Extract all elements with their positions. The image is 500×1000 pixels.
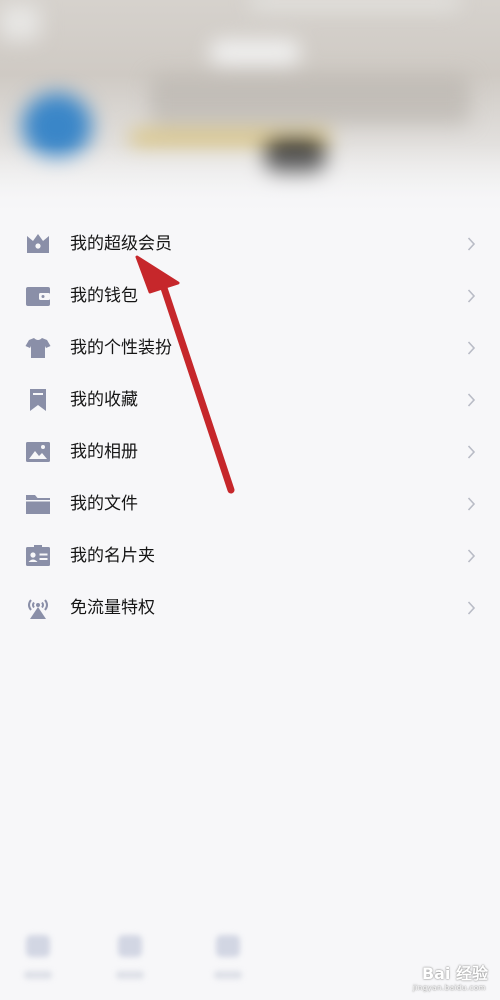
settings-menu: 我的超级会员 我的钱包 我的个性装扮 我的收藏 我的相册 我的文件 我的名片夹 … bbox=[0, 218, 500, 634]
status-bar-blurred bbox=[250, 0, 460, 9]
tab-label bbox=[116, 971, 144, 979]
folder-icon bbox=[25, 492, 51, 516]
menu-item-label: 我的个性装扮 bbox=[70, 338, 172, 358]
menu-item-wallet[interactable]: 我的钱包 bbox=[0, 270, 500, 322]
tshirt-icon bbox=[25, 336, 51, 360]
menu-item-label: 我的钱包 bbox=[70, 286, 138, 306]
photo-icon bbox=[25, 440, 51, 464]
menu-item-album[interactable]: 我的相册 bbox=[0, 426, 500, 478]
menu-item-label: 我的收藏 bbox=[70, 390, 138, 410]
signal-tower-icon bbox=[25, 596, 51, 620]
chevron-right-icon bbox=[467, 393, 476, 407]
tab-label bbox=[214, 971, 242, 979]
menu-item-business-cards[interactable]: 我的名片夹 bbox=[0, 530, 500, 582]
header-highlight bbox=[210, 40, 300, 65]
menu-item-favorites[interactable]: 我的收藏 bbox=[0, 374, 500, 426]
wallet-icon bbox=[25, 284, 51, 308]
watermark-url: jingyan.baidu.com bbox=[412, 984, 486, 992]
tab-2[interactable] bbox=[113, 935, 147, 979]
watermark-text: Bai 经验 bbox=[421, 964, 488, 983]
back-button-blurred bbox=[0, 5, 40, 40]
menu-item-label: 我的相册 bbox=[70, 442, 138, 462]
bookmark-icon bbox=[25, 388, 51, 412]
chevron-right-icon bbox=[467, 445, 476, 459]
id-card-icon bbox=[25, 544, 51, 568]
menu-item-personal-decoration[interactable]: 我的个性装扮 bbox=[0, 322, 500, 374]
menu-item-label: 我的超级会员 bbox=[70, 234, 172, 254]
tab-1[interactable] bbox=[21, 935, 55, 979]
chevron-right-icon bbox=[467, 289, 476, 303]
tab-3[interactable] bbox=[211, 935, 245, 979]
chevron-right-icon bbox=[467, 341, 476, 355]
tab-icon bbox=[26, 935, 50, 957]
chevron-right-icon bbox=[467, 237, 476, 251]
tab-icon bbox=[216, 935, 240, 957]
crown-icon bbox=[25, 232, 51, 256]
tab-icon bbox=[118, 935, 142, 957]
profile-header-background bbox=[0, 0, 500, 215]
chevron-right-icon bbox=[467, 497, 476, 511]
menu-item-free-data[interactable]: 免流量特权 bbox=[0, 582, 500, 634]
tab-label bbox=[24, 971, 52, 979]
header-shadow bbox=[150, 75, 470, 125]
baidu-jingyan-watermark: Bai 经验 jingyan.baidu.com bbox=[413, 954, 488, 992]
chevron-right-icon bbox=[467, 549, 476, 563]
chevron-right-icon bbox=[467, 601, 476, 615]
menu-item-files[interactable]: 我的文件 bbox=[0, 478, 500, 530]
menu-item-label: 免流量特权 bbox=[70, 598, 155, 618]
menu-item-label: 我的名片夹 bbox=[70, 546, 155, 566]
menu-item-super-member[interactable]: 我的超级会员 bbox=[0, 218, 500, 270]
menu-item-label: 我的文件 bbox=[70, 494, 138, 514]
